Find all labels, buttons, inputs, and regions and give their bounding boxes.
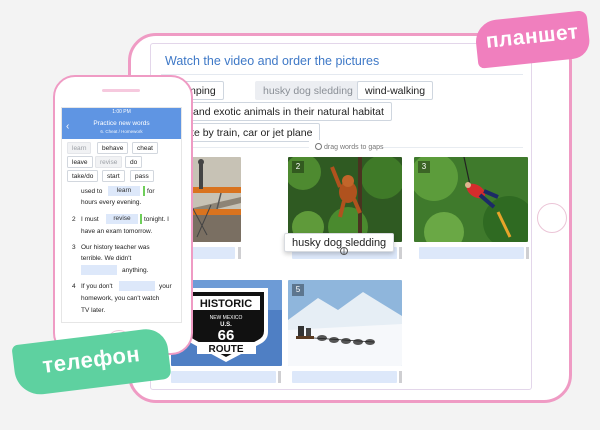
sentence-1-part-b: for — [147, 188, 155, 195]
promo-stage: Watch the video and order the pictures b… — [0, 0, 600, 430]
phone-chip-behave[interactable]: behave — [97, 142, 129, 154]
sentence-3-part-c: anything. — [122, 267, 149, 274]
sentence-2-part-c: have an exam tomorrow. — [81, 228, 153, 235]
sentence-1-part-c: hours every evening. — [81, 199, 142, 206]
drag-cursor-icon — [340, 247, 348, 255]
sign-bottom-text: ROUTE — [209, 344, 244, 355]
phone-header-subtitle: 6. Cheat / Homework — [100, 129, 143, 134]
slot-handle[interactable] — [526, 247, 529, 259]
word-chip-husky-dog-sledding[interactable]: husky dog sledding — [255, 81, 361, 100]
answer-slot[interactable] — [171, 371, 276, 383]
drag-hand-icon — [315, 143, 322, 150]
phone-chip-take-do[interactable]: take/do — [67, 170, 99, 182]
tablet-label-sticker: планшет — [473, 10, 592, 69]
divider — [161, 74, 523, 75]
sentence-2-part-b: tonight. I — [144, 216, 169, 223]
exercise-title: Watch the video and order the pictures — [165, 54, 380, 68]
drag-hint: drag words to gaps — [315, 143, 384, 151]
phone-screen: 1:00 PM ‹ Practice new words 6. Cheat / … — [61, 107, 182, 323]
husky-sledding-image — [288, 280, 402, 366]
sentence-4-part-c: homework, you can't watch — [81, 295, 160, 302]
phone-speaker — [102, 89, 140, 92]
phone-chip-cheat[interactable]: cheat — [132, 142, 158, 154]
correct-marker — [140, 214, 142, 224]
sentence-3-part-a: Our history teacher was — [81, 244, 150, 251]
word-chip-wind-walking[interactable]: wind-walking — [357, 81, 434, 100]
photo-number: 3 — [418, 161, 430, 173]
sign-number-text: 66 — [218, 327, 235, 344]
sign-state-text: NEW MEXICO — [210, 315, 243, 321]
photo-bungee-jumping[interactable]: 3 — [414, 157, 528, 242]
sentence-4-part-b: your — [159, 283, 172, 290]
sentence-3-number: 3 — [72, 244, 76, 251]
sentence-2-gap[interactable]: revise — [106, 214, 138, 224]
sentence-2-part-a: I must — [81, 216, 99, 223]
bungee-image — [414, 157, 528, 242]
sign-top-text: HISTORIC — [200, 298, 252, 310]
sentence-1-gap[interactable]: learn — [108, 186, 140, 196]
phone-chip-pass[interactable]: pass — [130, 170, 154, 182]
slot-handle[interactable] — [238, 247, 241, 259]
sentence-4-part-d: TV later. — [81, 307, 106, 314]
phone-chip-learn[interactable]: learn — [67, 142, 92, 154]
orangutan-image — [288, 157, 402, 242]
sentence-4-number: 4 — [72, 283, 76, 290]
phone-chip-leave[interactable]: leave — [67, 156, 93, 168]
phone-header: ‹ Practice new words 6. Cheat / Homework — [62, 117, 181, 139]
sentence-2-number: 2 — [72, 216, 76, 223]
photo-animals[interactable]: 2 — [288, 157, 402, 242]
status-bar-time: 1:00 PM — [62, 108, 181, 117]
phone-header-title: Practice new words — [93, 120, 150, 127]
slot-handle[interactable] — [399, 371, 402, 383]
tablet-home-button — [537, 203, 567, 233]
slot-handle[interactable] — [399, 247, 402, 259]
sentence-4-part-a: If you don't — [81, 283, 113, 290]
drag-hint-text: drag words to gaps — [324, 144, 384, 151]
photo-husky-sledding[interactable]: 5 — [288, 280, 402, 366]
phone-chip-start[interactable]: start — [102, 170, 125, 182]
tablet-screen: Watch the video and order the pictures b… — [150, 43, 532, 390]
phone-chip-revise[interactable]: revise — [95, 156, 123, 168]
sentence-4-gap[interactable] — [119, 281, 155, 291]
answer-slot[interactable] — [292, 371, 397, 383]
answer-slot[interactable] — [419, 247, 524, 259]
sentence-3-gap[interactable] — [81, 265, 117, 275]
slot-handle[interactable] — [278, 371, 281, 383]
phone-chip-do[interactable]: do — [125, 156, 143, 168]
photo-number: 5 — [292, 284, 304, 296]
photo-number: 2 — [292, 161, 304, 173]
correct-marker — [143, 186, 145, 196]
sentence-1-part-a: used to — [81, 188, 103, 195]
sentence-3-part-b: terrible. We didn't — [81, 255, 132, 262]
